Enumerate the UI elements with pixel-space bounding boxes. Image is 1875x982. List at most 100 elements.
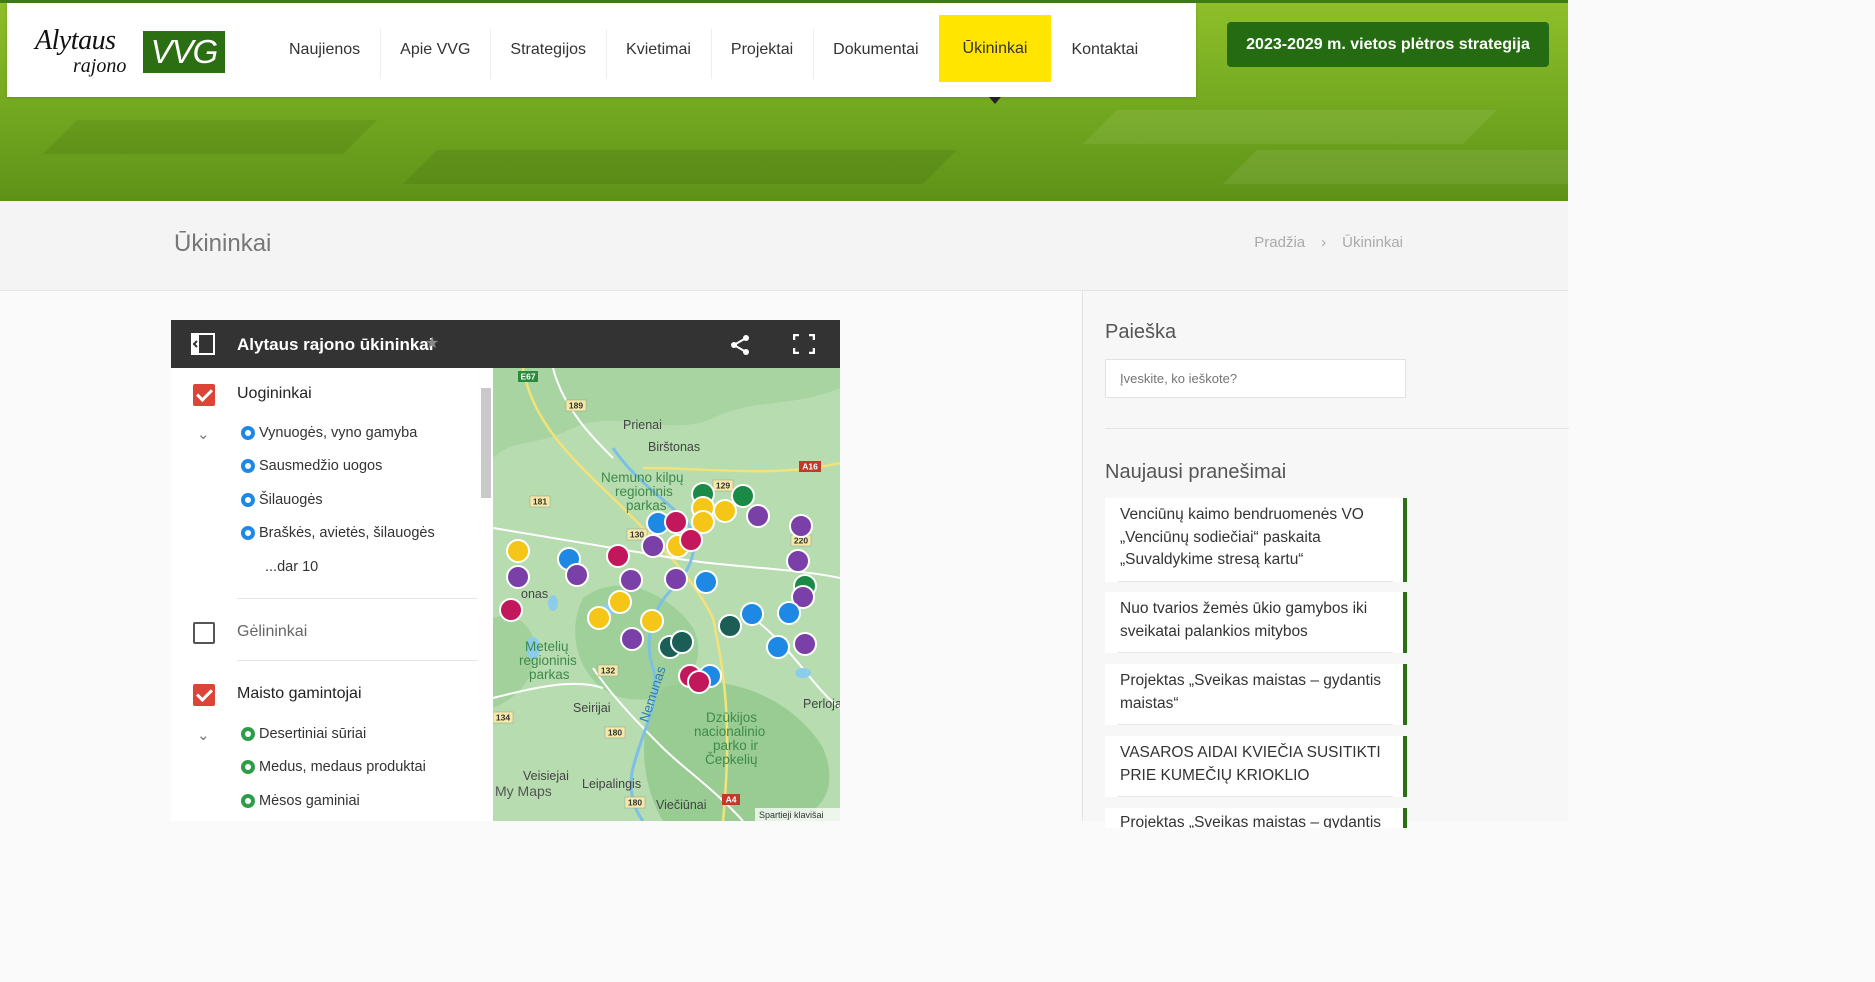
layer-checkbox[interactable] <box>193 384 215 406</box>
legend-item-label: Desertiniai sūriai <box>259 726 367 742</box>
layer-gelininkai[interactable]: Gėlininkai <box>171 610 481 650</box>
breadcrumb-home[interactable]: Pradžia <box>1254 234 1305 251</box>
marker-blue[interactable] <box>740 602 764 626</box>
news-item[interactable]: Venciūnų kaimo bendruomenės VO „Venciūnų… <box>1105 498 1407 582</box>
share-icon[interactable] <box>729 334 751 356</box>
news-heading: Naujausi pranešimai <box>1105 461 1287 483</box>
layer-uogininkai[interactable]: Uogininkai <box>171 372 481 412</box>
logo-line1: Alytaus <box>35 25 116 56</box>
nav-projektai[interactable]: Projektai <box>710 3 813 97</box>
marker-yellow[interactable] <box>506 539 530 563</box>
fullscreen-icon[interactable] <box>793 334 815 354</box>
news-item-title[interactable]: VASAROS AIDAI KVIEČIA SUSITIKTI PRIE KUM… <box>1120 742 1395 787</box>
nav-ukininkai[interactable]: Ūkininkai <box>938 15 1052 104</box>
legend-more-link[interactable]: ...dar 10 <box>265 559 318 575</box>
marker-magenta[interactable] <box>606 544 630 568</box>
legend-divider <box>237 598 477 599</box>
star-icon[interactable]: ★ <box>425 333 439 353</box>
news-item[interactable]: Nuo tvarios žemės ūkio gamybos iki sveik… <box>1105 592 1407 653</box>
road-label: 180 <box>628 798 642 808</box>
nav-kvietimai[interactable]: Kvietimai <box>606 3 711 97</box>
legend-item-label: Šilauogės <box>259 492 323 508</box>
marker-magenta[interactable] <box>687 670 711 694</box>
breadcrumb-current: Ūkininkai <box>1342 234 1403 251</box>
sidebar-divider <box>1105 428 1569 429</box>
marker-purple[interactable] <box>664 567 688 591</box>
news-item-underline <box>1118 652 1393 653</box>
news-item-title[interactable]: Venciūnų kaimo bendruomenės VO „Venciūnų… <box>1120 504 1395 572</box>
marker-purple[interactable] <box>789 514 813 538</box>
map-canvas[interactable]: E67 189 A16 181 129 130 220 132 134 180 … <box>493 368 840 821</box>
marker-teal[interactable] <box>718 614 742 638</box>
marker-blue[interactable] <box>777 601 801 625</box>
road-label: A16 <box>802 462 818 472</box>
main-nav: Naujienos Apie VVG Strategijos Kvietimai… <box>269 3 1158 104</box>
legend-item[interactable]: Medus, medaus produktai <box>241 759 426 775</box>
shortcuts-link[interactable]: Spartieji klavišai <box>759 810 824 820</box>
navbar: Alytaus rajono VVG Naujienos Apie VVG St… <box>7 3 1196 104</box>
pin-icon <box>241 426 255 440</box>
news-item[interactable]: Projektas „Sveikas maistas – gydantis ma… <box>1105 664 1407 725</box>
strategy-button[interactable]: 2023-2029 m. vietos plėtros strategija <box>1227 22 1549 67</box>
marker-purple[interactable] <box>565 563 589 587</box>
nav-naujienos[interactable]: Naujienos <box>269 3 380 97</box>
my-maps-embed[interactable]: Alytaus rajono ūkininkai ★ Uogininkai ⌄ … <box>171 320 840 821</box>
marker-yellow[interactable] <box>608 590 632 614</box>
marker-magenta[interactable] <box>499 598 523 622</box>
layer-checkbox[interactable] <box>193 684 215 706</box>
road-label: 130 <box>630 530 644 540</box>
legend-item[interactable]: Braškės, avietės, šilauogės <box>241 525 435 541</box>
marker-purple[interactable] <box>620 627 644 651</box>
nav-dokumentai[interactable]: Dokumentai <box>813 3 938 97</box>
layer-maisto-gamintojai[interactable]: Maisto gamintojai <box>171 672 481 712</box>
marker-purple[interactable] <box>746 504 770 528</box>
breadcrumb: Pradžia › Ūkininkai <box>1254 234 1403 251</box>
news-item-title[interactable]: Projektas „Sveikas maistas – gydantis ma… <box>1120 670 1395 715</box>
nav-kontaktai[interactable]: Kontaktai <box>1051 3 1158 97</box>
hero-stripe <box>403 150 957 184</box>
news-item[interactable]: VASAROS AIDAI KVIEČIA SUSITIKTI PRIE KUM… <box>1105 736 1407 797</box>
place-label: Perloja <box>803 697 840 711</box>
nav-apie-vvg[interactable]: Apie VVG <box>380 3 490 97</box>
marker-magenta[interactable] <box>664 510 688 534</box>
legend-item[interactable]: Sausmedžio uogos <box>241 458 382 474</box>
search-input[interactable] <box>1105 359 1406 398</box>
legend-item[interactable]: Mėsos gaminiai <box>241 793 360 809</box>
layer-checkbox[interactable] <box>193 622 215 644</box>
marker-purple[interactable] <box>641 534 665 558</box>
site-logo[interactable]: Alytaus rajono VVG <box>35 25 230 81</box>
park-label-line: parko ir <box>713 738 759 753</box>
legend-scrollbar[interactable] <box>481 388 491 498</box>
nav-strategijos[interactable]: Strategijos <box>490 3 606 97</box>
toggle-legend-icon[interactable] <box>191 333 215 355</box>
marker-teal[interactable] <box>670 630 694 654</box>
legend-item[interactable]: Vynuogės, vyno gamyba <box>241 425 417 441</box>
news-item-title[interactable]: Projektas „Sveikas maistas – gydantis ma… <box>1120 812 1395 828</box>
chevron-down-icon[interactable]: ⌄ <box>197 425 210 443</box>
marker-purple[interactable] <box>506 565 530 589</box>
hero-banner: Alytaus rajono VVG Naujienos Apie VVG St… <box>0 0 1568 201</box>
news-item-title[interactable]: Nuo tvarios žemės ūkio gamybos iki sveik… <box>1120 598 1395 643</box>
road-label: 132 <box>601 666 615 676</box>
marker-blue[interactable] <box>694 570 718 594</box>
marker-blue[interactable] <box>766 635 790 659</box>
map-title[interactable]: Alytaus rajono ūkininkai <box>237 335 434 355</box>
pin-icon <box>241 760 255 774</box>
marker-green[interactable] <box>731 484 755 508</box>
park-label-line: Čepkelių <box>705 752 758 767</box>
news-item[interactable]: Projektas „Sveikas maistas – gydantis ma… <box>1105 808 1407 828</box>
marker-purple[interactable] <box>786 549 810 573</box>
place-label: onas <box>521 587 548 601</box>
road-label: 134 <box>496 713 510 723</box>
chevron-down-icon[interactable]: ⌄ <box>197 726 210 744</box>
marker-yellow[interactable] <box>587 606 611 630</box>
map-view[interactable]: E67 189 A16 181 129 130 220 132 134 180 … <box>493 368 840 821</box>
marker-yellow[interactable] <box>640 609 664 633</box>
legend-item[interactable]: Šilauogės <box>241 492 323 508</box>
legend-item[interactable]: Desertiniai sūriai <box>241 726 366 742</box>
marker-magenta[interactable] <box>679 528 703 552</box>
marker-yellow[interactable] <box>713 499 737 523</box>
marker-purple[interactable] <box>793 632 817 656</box>
marker-purple[interactable] <box>619 568 643 592</box>
page-title: Ūkininkai <box>174 230 272 257</box>
